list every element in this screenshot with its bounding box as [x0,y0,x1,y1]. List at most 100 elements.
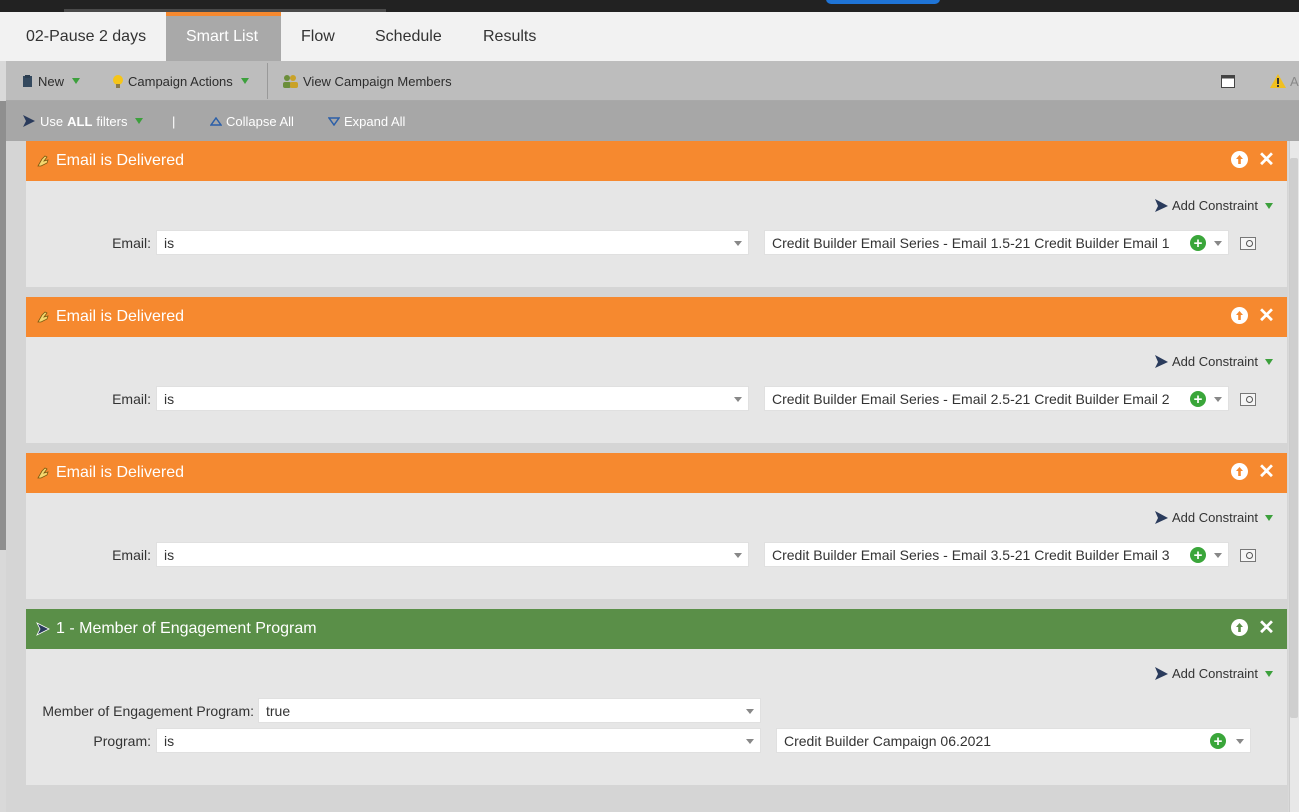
add-value-icon[interactable]: + [1190,391,1206,407]
chevron-down-icon [1214,397,1222,402]
email-operator-select[interactable]: is [156,542,749,567]
add-constraint-label: Add Constraint [1172,510,1258,525]
member-value-select[interactable]: true [258,698,761,723]
email-value-select[interactable]: Credit Builder Email Series - Email 2.5-… [764,386,1229,411]
chevron-down-icon [734,397,742,402]
email-operator-select[interactable]: is [156,230,749,255]
email-value-select[interactable]: Credit Builder Email Series - Email 1.5-… [764,230,1229,255]
use-all-filters-button[interactable]: Use ALL filters [22,101,144,141]
use-all: ALL [67,113,93,129]
window-icon-button[interactable] [1221,61,1235,101]
expand-all-label: Expand All [344,113,406,129]
tab-smart-list[interactable]: Smart List [166,12,281,61]
preview-icon[interactable] [1240,549,1256,562]
add-value-icon[interactable]: + [1190,547,1206,563]
program-label: Program: [93,733,151,749]
chevron-down-icon [746,739,754,744]
member-of-engagement-program-label: Member of Engagement Program: [42,703,254,719]
email-operator-value: is [164,390,175,407]
new-icon [23,74,32,87]
use-prefix: Use [40,113,64,129]
window-icon [1221,74,1235,88]
filter-body: Add Constraint Email: is Credit Builder … [26,493,1287,599]
move-up-icon[interactable] [1231,619,1248,636]
filter-bar-separator: | [172,113,176,129]
use-suffix: filters [96,113,128,129]
filter-icon [36,622,50,636]
filter-header[interactable]: Email is Delivered ✕ [26,141,1287,181]
filter-title: 1 - Member of Engagement Program [56,620,317,637]
remove-filter-icon[interactable]: ✕ [1258,306,1275,326]
filter-email-delivered-3: Email is Delivered ✕ Add Constraint Emai… [26,453,1287,599]
filter-member-of-engagement-program: 1 - Member of Engagement Program ✕ Add C… [26,609,1287,785]
filter-body: Add Constraint Member of Engagement Prog… [26,649,1287,785]
filter-title: Email is Delivered [56,152,185,169]
tab-flow[interactable]: Flow [281,12,355,61]
move-up-icon[interactable] [1231,151,1248,168]
add-constraint-button[interactable]: Add Constraint [1154,198,1273,213]
add-constraint-label: Add Constraint [1172,666,1258,681]
filter-body: Add Constraint Email: is Credit Builder … [26,337,1287,443]
add-constraint-button[interactable]: Add Constraint [1154,666,1273,681]
collapse-all-button[interactable]: Collapse All [210,101,294,141]
filter-icon [1155,667,1168,680]
alerts-button[interactable]: Ac [1270,61,1299,101]
move-up-icon[interactable] [1231,307,1248,324]
tab-bar: 02-Pause 2 days Smart List Flow Schedule… [0,12,1299,61]
chevron-down-icon [135,118,144,124]
email-value-text: Credit Builder Email Series - Email 1.5-… [772,234,1170,251]
filter-header[interactable]: 1 - Member of Engagement Program ✕ [26,609,1287,649]
toolbar: New Campaign Actions View Campaign Membe… [6,61,1299,101]
chevron-down-icon [72,78,81,84]
filter-title: Email is Delivered [56,464,185,481]
filter-header[interactable]: Email is Delivered ✕ [26,453,1287,493]
chevron-down-icon [1265,670,1273,677]
add-constraint-button[interactable]: Add Constraint [1154,510,1273,525]
collapse-all-label: Collapse All [226,113,294,129]
email-value-select[interactable]: Credit Builder Email Series - Email 3.5-… [764,542,1229,567]
chevron-down-icon [1214,553,1222,558]
view-campaign-members-button[interactable]: View Campaign Members [282,61,452,101]
add-constraint-label: Add Constraint [1172,354,1258,369]
add-value-icon[interactable]: + [1210,733,1226,749]
new-button[interactable]: New [22,61,81,101]
add-constraint-label: Add Constraint [1172,198,1258,213]
trigger-hand-icon [37,155,49,167]
email-operator-select[interactable]: is [156,386,749,411]
chevron-down-icon [1236,739,1244,744]
preview-icon[interactable] [1240,393,1256,406]
program-value-select[interactable]: Credit Builder Campaign 06.2021 [776,728,1251,753]
filter-icon [1155,511,1168,524]
tab-02-pause[interactable]: 02-Pause 2 days [6,12,166,61]
campaign-actions-label: Campaign Actions [128,73,233,89]
remove-filter-icon[interactable]: ✕ [1258,618,1275,638]
email-label: Email: [112,547,151,563]
add-constraint-button[interactable]: Add Constraint [1154,354,1273,369]
tab-results[interactable]: Results [463,12,556,61]
tab-schedule[interactable]: Schedule [355,12,462,61]
filter-icon [1155,199,1168,212]
filter-icon [23,115,35,127]
filter-header[interactable]: Email is Delivered ✕ [26,297,1287,337]
chevron-down-icon [734,553,742,558]
view-campaign-members-label: View Campaign Members [303,73,452,89]
preview-icon[interactable] [1240,237,1256,250]
remove-filter-icon[interactable]: ✕ [1258,150,1275,170]
remove-filter-icon[interactable]: ✕ [1258,462,1275,482]
lightbulb-icon [113,74,123,88]
filter-email-delivered-1: Email is Delivered ✕ Add Constraint Emai… [26,141,1287,287]
new-label: New [38,73,65,89]
add-value-icon[interactable]: + [1190,235,1206,251]
toolbar-divider [267,63,268,99]
program-operator-select[interactable]: is [156,728,761,753]
move-up-icon[interactable] [1231,463,1248,480]
scrollbar-thumb[interactable] [1290,158,1298,718]
expand-all-button[interactable]: Expand All [328,101,405,141]
email-operator-value: is [164,234,175,251]
campaign-actions-button[interactable]: Campaign Actions [112,61,249,101]
chevron-down-icon [1214,241,1222,246]
email-value-text: Credit Builder Email Series - Email 3.5-… [772,546,1170,563]
top-strip-button[interactable] [826,0,940,4]
email-label: Email: [112,235,151,251]
trigger-hand-icon [37,467,49,479]
